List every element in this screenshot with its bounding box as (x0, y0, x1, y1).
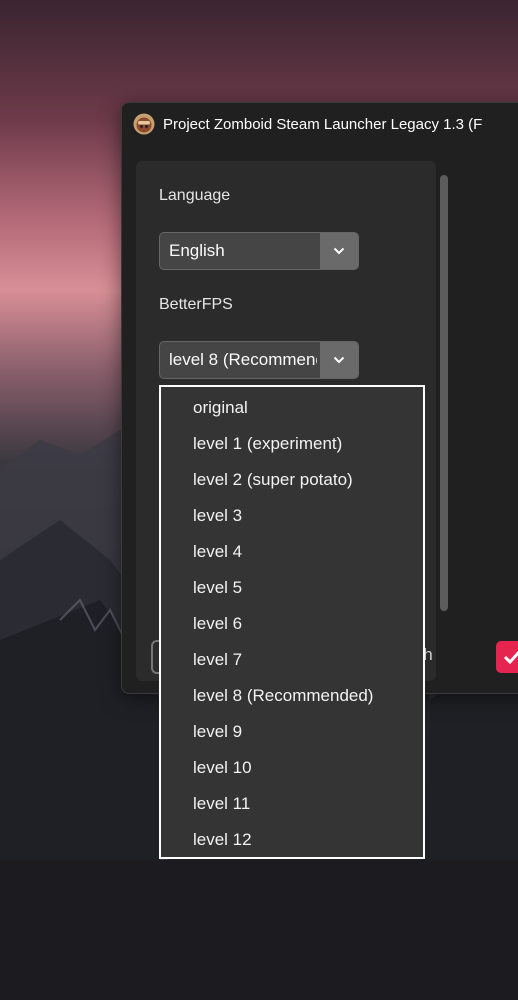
betterfps-select-value: level 8 (Recommended) (169, 350, 317, 369)
language-select[interactable]: English (159, 232, 359, 270)
betterfps-dropdown-list: original level 1 (experiment) level 2 (s… (159, 385, 425, 859)
title-bar[interactable]: Project Zomboid Steam Launcher Legacy 1.… (122, 103, 518, 145)
dropdown-option[interactable]: level 5 (193, 578, 242, 598)
chevron-down-icon (333, 247, 345, 255)
language-label: Language (159, 187, 231, 204)
window-title: Project Zomboid Steam Launcher Legacy 1.… (163, 115, 483, 133)
dropdown-option[interactable]: level 6 (193, 614, 242, 634)
betterfps-dropdown-button[interactable] (320, 342, 358, 378)
dropdown-option[interactable]: original (193, 398, 248, 418)
dropdown-option[interactable]: level 9 (193, 722, 242, 742)
dropdown-option[interactable]: level 10 (193, 758, 252, 778)
dropdown-option[interactable]: level 11 (193, 794, 250, 814)
language-dropdown-button[interactable] (320, 233, 358, 269)
dropdown-option[interactable]: level 12 (193, 830, 252, 850)
settings-scrollbar[interactable] (440, 175, 448, 611)
dropdown-option[interactable]: level 1 (experiment) (193, 434, 342, 454)
dropdown-option[interactable]: level 2 (super potato) (193, 470, 353, 490)
betterfps-label: BetterFPS (159, 296, 233, 313)
app-logo-icon (133, 113, 155, 135)
checkmark-icon (503, 650, 518, 665)
footer-checkbox[interactable] (496, 641, 518, 673)
language-select-value: English (169, 241, 225, 260)
dropdown-option-selected[interactable]: level 8 (Recommended) (193, 686, 373, 706)
chevron-down-icon (333, 356, 345, 364)
betterfps-select[interactable]: level 8 (Recommended) (159, 341, 359, 379)
dropdown-option[interactable]: level 3 (193, 506, 242, 526)
dropdown-option[interactable]: level 4 (193, 542, 242, 562)
dropdown-option[interactable]: level 7 (193, 650, 242, 670)
